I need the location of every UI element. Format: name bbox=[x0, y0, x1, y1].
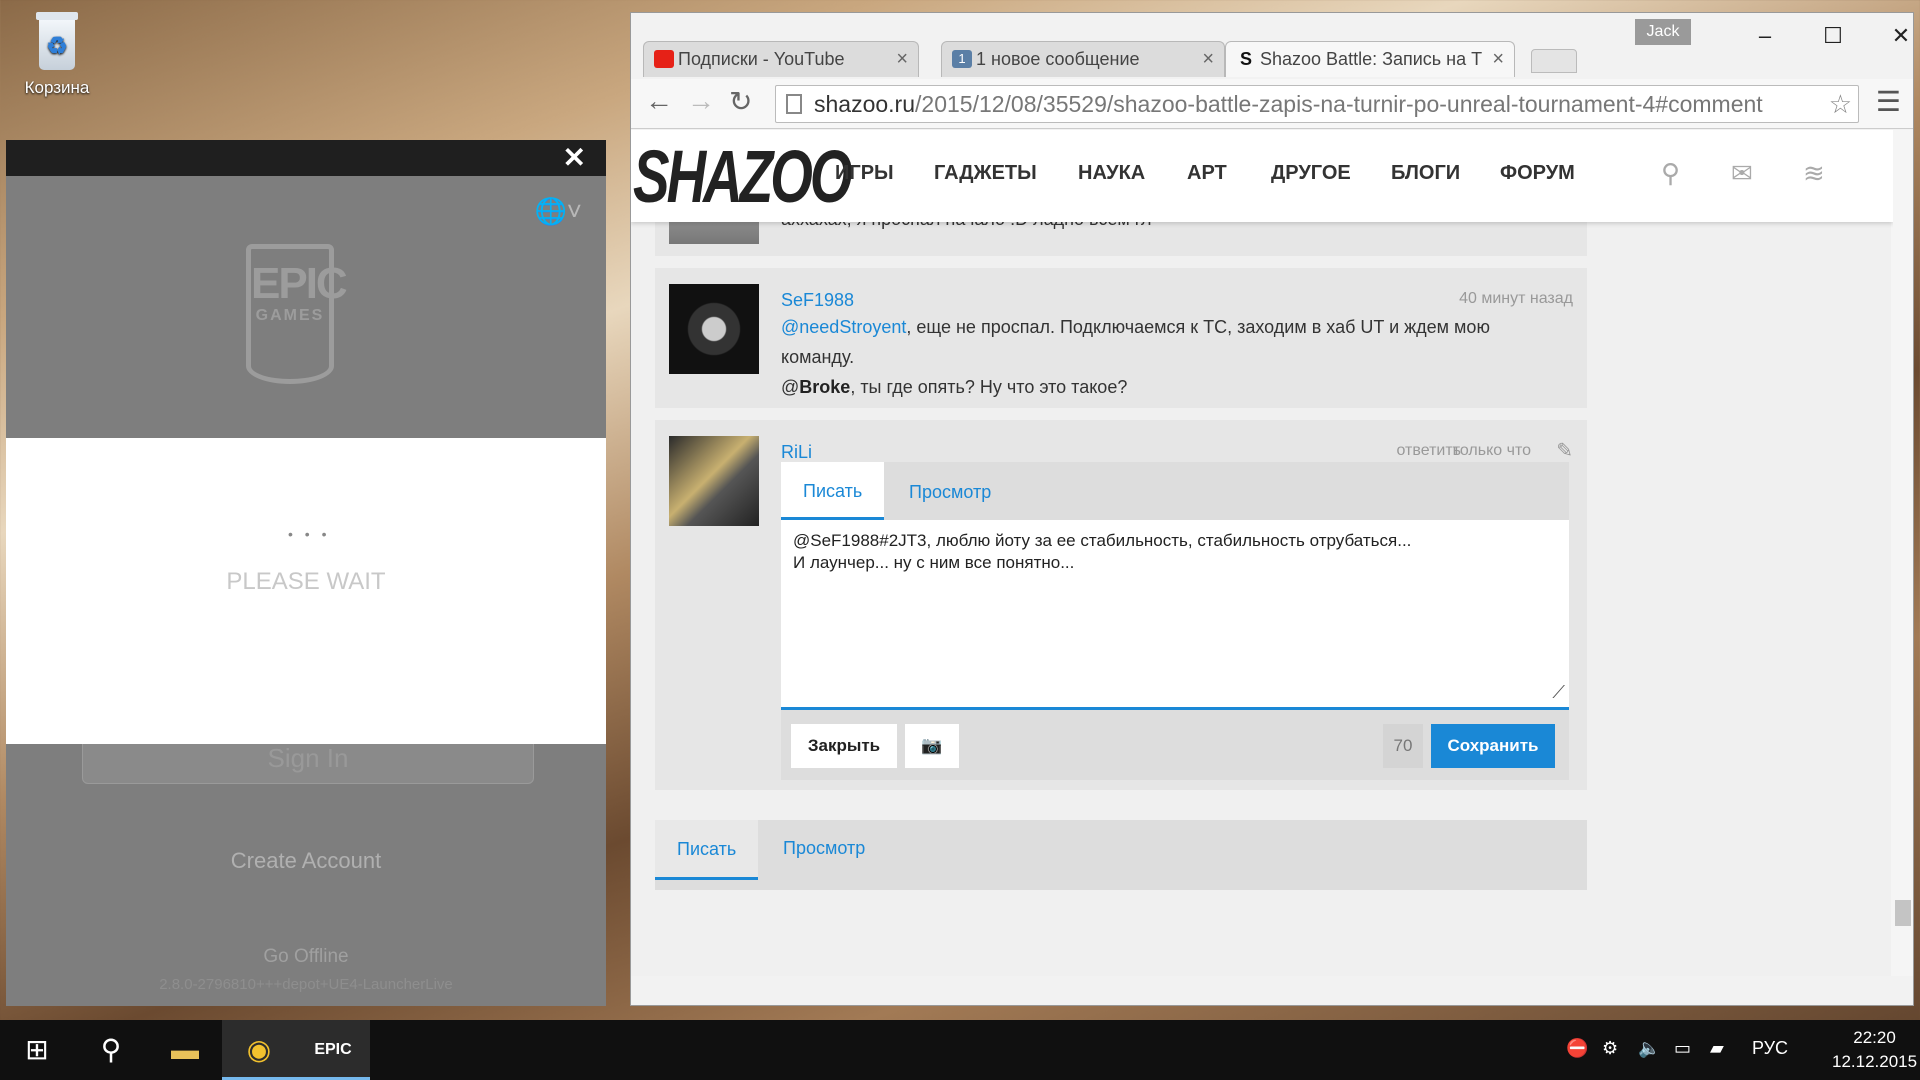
back-icon[interactable]: ← bbox=[645, 85, 673, 117]
minimize-icon[interactable]: – bbox=[1745, 23, 1785, 49]
feed-icon[interactable]: ≋ bbox=[1803, 158, 1825, 189]
save-button[interactable]: Сохранить bbox=[1431, 724, 1555, 768]
chrome-taskbar-icon[interactable]: ◉ bbox=[222, 1020, 296, 1080]
clock-time: 22:20 bbox=[1853, 1028, 1896, 1047]
mail-icon[interactable]: ✉ bbox=[1731, 158, 1753, 189]
forward-icon[interactable]: → bbox=[687, 85, 715, 117]
tab-title: Подписки - YouTube bbox=[678, 49, 845, 69]
tab-youtube[interactable]: Подписки - YouTube × bbox=[643, 41, 919, 77]
close-window-icon[interactable]: ✕ bbox=[1881, 23, 1920, 49]
tab-write[interactable]: Писать bbox=[655, 820, 759, 880]
tab-messages[interactable]: 1 1 новое сообщение × bbox=[941, 41, 1225, 77]
address-bar[interactable]: shazoo.ru/2015/12/08/35529/shazoo-battle… bbox=[775, 85, 1859, 123]
browser-toolbar: ← → ↻ shazoo.ru/2015/12/08/35529/shazoo-… bbox=[631, 79, 1913, 129]
comment-text: @needStroyent, еще не проспал. Подключае… bbox=[781, 317, 1490, 397]
comment-textarea[interactable]: @SeF1988#2JT3, люблю йоту за ее стабильн… bbox=[781, 520, 1569, 710]
comment-time: только что bbox=[1452, 442, 1531, 459]
site-logo[interactable]: SHAZOO bbox=[633, 134, 852, 219]
tab-title: Shazoo Battle: Запись на Т bbox=[1260, 49, 1483, 69]
volume-icon[interactable]: 🔈 bbox=[1638, 1038, 1660, 1059]
nav-blogs[interactable]: БЛОГИ bbox=[1391, 162, 1460, 185]
comment-author[interactable]: SeF1988 bbox=[781, 290, 854, 311]
mention-link[interactable]: Broke bbox=[799, 377, 850, 397]
nav-forum[interactable]: ФОРУМ bbox=[1500, 162, 1575, 185]
chrome-window: Подписки - YouTube × 1 1 новое сообщение… bbox=[630, 12, 1914, 1006]
page-icon bbox=[786, 94, 802, 114]
comment-time: 40 минут назад bbox=[1459, 290, 1573, 307]
tab-preview[interactable]: Просмотр bbox=[783, 838, 865, 859]
reply-link[interactable]: ответить bbox=[1397, 442, 1462, 460]
steam-tray-icon[interactable]: ⚙ bbox=[1602, 1038, 1618, 1059]
file-explorer-icon[interactable]: ▬ bbox=[148, 1020, 222, 1080]
epic-games-logo: EPIC GAMES bbox=[246, 244, 348, 384]
new-comment-editor: Писать Просмотр bbox=[655, 820, 1587, 890]
comment-editor: Писать Просмотр @SeF1988#2JT3, люблю йот… bbox=[781, 462, 1569, 780]
epic-launcher-window: ✕ 🌐˅ EPIC GAMES Sign In Create Account G… bbox=[6, 140, 606, 1006]
char-counter: 70 bbox=[1383, 724, 1423, 768]
nav-art[interactable]: АРТ bbox=[1187, 162, 1227, 185]
site-header: SHAZOO ИГРЫ ГАДЖЕТЫ НАУКА АРТ ДРУГОЕ БЛО… bbox=[631, 130, 1893, 222]
reload-icon[interactable]: ↻ bbox=[729, 85, 752, 118]
new-tab-button[interactable] bbox=[1531, 49, 1577, 73]
vk-favicon-icon: 1 bbox=[952, 50, 972, 68]
recycle-bin-icon: ♻ bbox=[32, 10, 82, 72]
recycle-bin-label: Корзина bbox=[24, 78, 90, 97]
resize-handle-icon[interactable]: ⟋ bbox=[1552, 681, 1565, 703]
please-wait-text: PLEASE WAIT bbox=[226, 568, 386, 595]
bookmark-star-icon[interactable]: ☆ bbox=[1829, 86, 1852, 122]
mention-link[interactable]: @needStroyent bbox=[781, 317, 906, 337]
edit-pencil-icon[interactable]: ✎ bbox=[1556, 438, 1573, 463]
tab-preview[interactable]: Просмотр bbox=[909, 482, 991, 503]
avatar[interactable] bbox=[669, 284, 759, 374]
language-indicator[interactable]: РУС bbox=[1752, 1038, 1788, 1059]
battery-icon[interactable]: ▰ bbox=[1710, 1038, 1724, 1059]
nav-games[interactable]: ИГРЫ bbox=[835, 162, 894, 185]
language-globe-icon[interactable]: 🌐˅ bbox=[534, 196, 582, 227]
loading-overlay: • • • PLEASE WAIT bbox=[6, 438, 606, 744]
epic-launcher-taskbar-icon[interactable]: EPIC bbox=[296, 1020, 370, 1080]
tab-title: 1 новое сообщение bbox=[976, 49, 1140, 69]
windows-start-icon[interactable]: ⊞ bbox=[0, 1020, 74, 1080]
tab-write[interactable]: Писать bbox=[781, 462, 885, 520]
search-icon[interactable]: ⚲ bbox=[74, 1020, 148, 1080]
camera-icon[interactable]: 📷 bbox=[905, 724, 959, 768]
loading-dots-icon: • • • bbox=[288, 526, 331, 542]
network-icon[interactable]: ▭ bbox=[1674, 1038, 1691, 1059]
recycle-bin-desktop-icon[interactable]: ♻ Корзина bbox=[14, 10, 100, 120]
chrome-menu-icon[interactable]: ☰ bbox=[1876, 85, 1901, 118]
page-viewport: SHAZOO ИГРЫ ГАДЖЕТЫ НАУКА АРТ ДРУГОЕ БЛО… bbox=[631, 130, 1893, 976]
nav-gadgets[interactable]: ГАДЖЕТЫ bbox=[934, 162, 1037, 185]
shazoo-favicon-icon: S bbox=[1239, 49, 1252, 69]
close-tab-icon[interactable]: × bbox=[1492, 42, 1504, 76]
go-offline-link[interactable]: Go Offline bbox=[6, 946, 606, 968]
tab-shazoo[interactable]: S Shazoo Battle: Запись на Т × bbox=[1225, 41, 1515, 77]
url-path: /2015/12/08/35529/shazoo-battle-zapis-na… bbox=[915, 91, 1763, 117]
close-tab-icon[interactable]: × bbox=[896, 42, 908, 76]
nav-science[interactable]: НАУКА bbox=[1078, 162, 1145, 185]
editor-tabs: Писать Просмотр bbox=[781, 462, 1569, 520]
maximize-icon[interactable]: ☐ bbox=[1813, 23, 1853, 49]
antivirus-tray-icon[interactable]: ⛔ bbox=[1566, 1038, 1588, 1059]
url-host: shazoo.ru bbox=[814, 91, 916, 117]
taskbar: ⊞ ⚲ ▬ ◉ EPIC ⛔ ⚙ 🔈 ▭ ▰ РУС 22:20 12.12.2… bbox=[0, 1020, 1920, 1080]
close-icon[interactable]: ✕ bbox=[563, 142, 586, 174]
tab-strip: Подписки - YouTube × 1 1 новое сообщение… bbox=[631, 13, 1913, 79]
clock-date: 12.12.2015 bbox=[1832, 1052, 1918, 1071]
profile-badge[interactable]: Jack bbox=[1635, 19, 1691, 45]
close-button[interactable]: Закрыть bbox=[791, 724, 897, 768]
vertical-scroll-thumb[interactable] bbox=[1895, 900, 1911, 926]
youtube-favicon-icon bbox=[654, 50, 674, 68]
search-icon[interactable]: ⚲ bbox=[1661, 158, 1680, 189]
avatar[interactable] bbox=[669, 436, 759, 526]
comment-author[interactable]: RiLi bbox=[781, 442, 812, 463]
close-tab-icon[interactable]: × bbox=[1202, 42, 1214, 76]
comment-item: SeF1988 40 минут назад @needStroyent, ещ… bbox=[655, 268, 1587, 408]
create-account-link[interactable]: Create Account bbox=[6, 848, 606, 874]
epic-titlebar: ✕ bbox=[6, 140, 606, 176]
clock[interactable]: 22:20 12.12.2015 bbox=[1832, 1026, 1917, 1074]
version-text: 2.8.0-2796810+++depot+UE4-LauncherLive bbox=[159, 976, 453, 993]
nav-other[interactable]: ДРУГОЕ bbox=[1271, 162, 1351, 185]
vertical-scrollbar[interactable] bbox=[1891, 130, 1913, 976]
comment-item: RiLi ответить только что ✎ Писать Просмо… bbox=[655, 420, 1587, 790]
